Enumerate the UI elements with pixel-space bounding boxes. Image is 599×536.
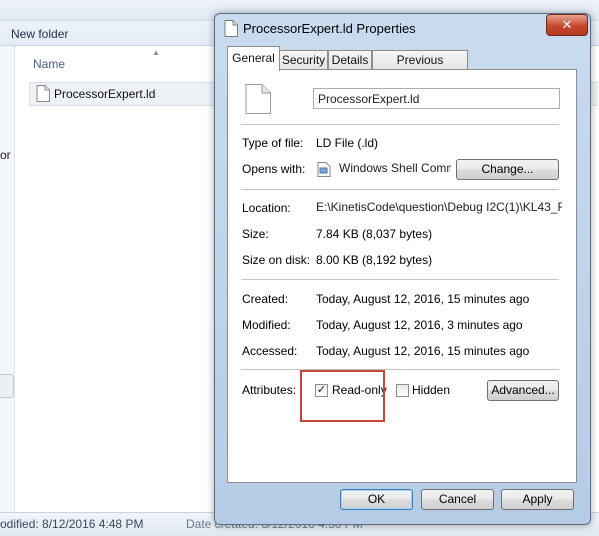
- created-label: Created:: [242, 292, 289, 306]
- separator: [241, 279, 559, 280]
- size-on-disk-label: Size on disk:: [242, 253, 311, 267]
- shell-app-icon: [317, 162, 331, 180]
- file-list-item[interactable]: ProcessorExpert.ld: [29, 82, 221, 106]
- size-value: 7.84 KB (8,037 bytes): [316, 227, 433, 241]
- name-column-label: Name: [33, 57, 66, 71]
- change-button[interactable]: Change...: [456, 159, 559, 180]
- tab-previous-versions[interactable]: Previous Versions: [372, 50, 468, 85]
- dialog-title: ProcessorExpert.ld Properties: [243, 21, 416, 36]
- sort-ascending-icon: ▲: [152, 48, 160, 57]
- file-type-icon: [245, 84, 271, 117]
- opens-with-label: Opens with:: [242, 162, 306, 176]
- modified-value: Today, August 12, 2016, 3 minutes ago: [316, 318, 523, 332]
- size-label: Size:: [242, 227, 269, 241]
- hidden-checkbox[interactable]: [396, 384, 409, 397]
- separator: [241, 189, 559, 190]
- opens-with-value: Windows Shell Common Dll: [339, 161, 451, 175]
- location-value: E:\KinetisCode\question\Debug I2C(1)\KL4…: [316, 200, 562, 214]
- tab-general[interactable]: General: [227, 46, 280, 71]
- hidden-label[interactable]: Hidden: [412, 383, 450, 397]
- nav-pane-scrollbar[interactable]: [0, 374, 14, 398]
- separator: [241, 369, 559, 370]
- size-on-disk-value: 8.00 KB (8,192 bytes): [316, 253, 433, 267]
- created-value: Today, August 12, 2016, 15 minutes ago: [316, 292, 530, 306]
- accessed-label: Accessed:: [242, 344, 298, 358]
- attributes-label: Attributes:: [242, 383, 297, 397]
- status-date-modified: odified: 8/12/2016 4:48 PM: [0, 517, 144, 531]
- type-of-file-label: Type of file:: [242, 136, 304, 150]
- tab-details[interactable]: Details: [328, 50, 372, 70]
- location-label: Location:: [242, 201, 291, 215]
- new-folder-button[interactable]: New folder: [11, 27, 68, 41]
- tab-security[interactable]: Security: [279, 50, 328, 70]
- file-name-field[interactable]: ProcessorExpert.ld: [313, 88, 560, 109]
- document-icon: [36, 85, 50, 105]
- accessed-value: Today, August 12, 2016, 15 minutes ago: [316, 344, 530, 358]
- close-button[interactable]: ✕: [546, 14, 588, 36]
- nav-pane-text-fragment: or: [0, 148, 11, 162]
- read-only-highlight-annotation: [300, 370, 385, 422]
- type-of-file-value: LD File (.ld): [316, 136, 379, 150]
- navigation-pane[interactable]: [0, 46, 15, 512]
- cancel-button[interactable]: Cancel: [421, 489, 494, 510]
- apply-button[interactable]: Apply: [501, 489, 574, 510]
- file-name: ProcessorExpert.ld: [54, 87, 156, 101]
- modified-label: Modified:: [242, 318, 291, 332]
- separator: [241, 124, 559, 125]
- title-document-icon: [224, 20, 238, 40]
- advanced-button[interactable]: Advanced...: [487, 380, 559, 401]
- ok-button[interactable]: OK: [340, 489, 413, 510]
- general-tab-panel: [227, 69, 577, 483]
